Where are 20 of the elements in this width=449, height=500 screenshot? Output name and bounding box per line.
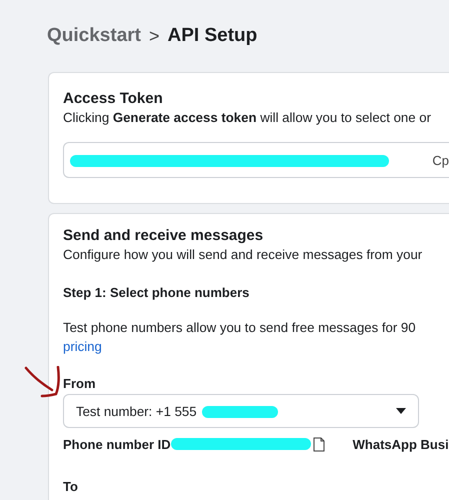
- card-description: Configure how you will send and receive messages from your: [63, 246, 424, 264]
- field-label: From: [63, 376, 96, 391]
- info-text: Test phone numbers allow you to send free messages for 90: [63, 319, 417, 337]
- phone-id-label: Phone number ID: [63, 437, 171, 452]
- token-value: Cp: [432, 152, 449, 168]
- field-label: To: [63, 479, 79, 494]
- account-label: WhatsApp Busi: [352, 437, 449, 452]
- pricing-link[interactable]: pricing: [63, 337, 102, 356]
- breadcrumb-link[interactable]: Quickstart: [47, 25, 141, 47]
- caret-icon: [396, 408, 406, 414]
- page-title: API Setup: [168, 25, 258, 47]
- annotation-arrow: [22, 366, 62, 398]
- card-title: Access Token: [63, 89, 164, 109]
- phone-number-dropdown[interactable]: Test number: +1 555: [63, 394, 419, 428]
- card-description: Clicking Generate access token will allow you to select one or: [63, 109, 432, 127]
- card-title: Send and receive messages: [63, 226, 264, 246]
- token-field[interactable]: Cp: [63, 142, 449, 178]
- breadcrumb-separator: >: [148, 26, 160, 46]
- copy-icon[interactable]: [312, 437, 325, 452]
- step-heading: Step 1: Select phone numbers: [63, 285, 250, 300]
